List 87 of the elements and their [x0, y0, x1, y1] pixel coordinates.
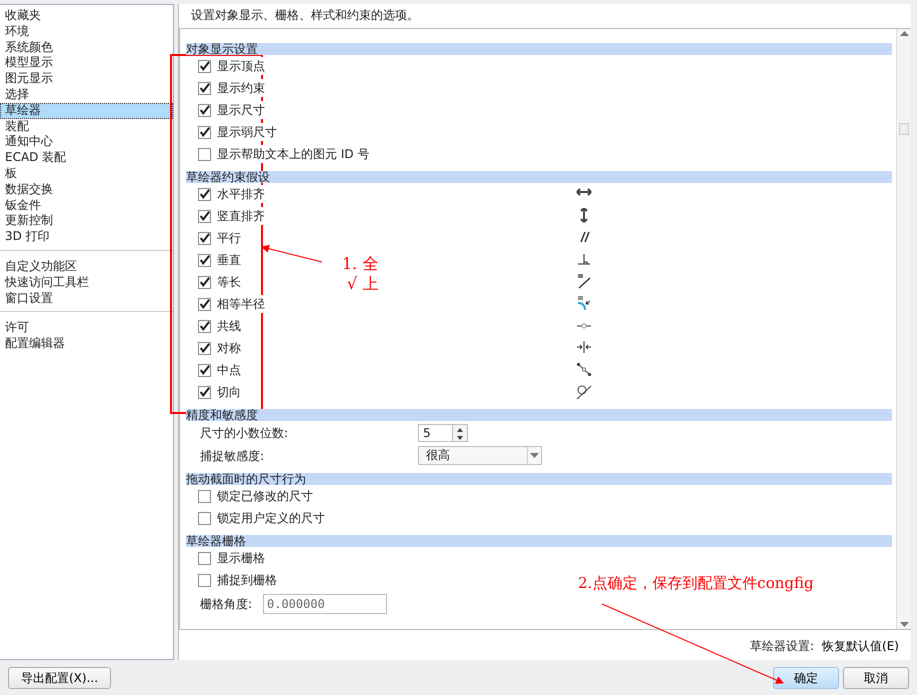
sidebar-item[interactable]: 板 — [0, 166, 173, 182]
checkbox-label: 对称 — [217, 339, 241, 357]
sidebar-item[interactable]: 配置编辑器 — [0, 336, 173, 352]
checkbox[interactable] — [198, 210, 211, 222]
checkbox[interactable] — [198, 574, 211, 586]
sidebar-item[interactable]: 数据交换 — [0, 182, 173, 198]
checkbox[interactable] — [198, 104, 211, 116]
sidebar-item[interactable]: 模型显示 — [0, 55, 173, 72]
restore-defaults-button[interactable]: 恢复默认值(E) — [818, 637, 903, 656]
checkbox-label: 共线 — [217, 317, 241, 335]
checkbox-label: 显示约束 — [217, 79, 265, 97]
sidebar-item[interactable]: 通知中心 — [0, 134, 173, 150]
ok-button[interactable]: 确定 — [773, 666, 839, 688]
field-label: 尺寸的小数位数: — [199, 424, 290, 442]
checkbox[interactable] — [198, 320, 211, 332]
sidebar-item[interactable]: 系统颜色 — [0, 40, 173, 56]
checkbox[interactable] — [198, 60, 211, 72]
section-header: 拖动截面时的尺寸行为 — [186, 473, 892, 485]
sidebar-item[interactable]: 窗口设置 — [0, 290, 173, 306]
checkbox-label: 相等半径 — [217, 295, 265, 313]
checkbox[interactable] — [198, 298, 211, 310]
checkbox-label: 水平排齐 — [217, 185, 265, 203]
sidebar-item[interactable]: 自定义功能区 — [0, 258, 173, 275]
equal-length-icon — [576, 274, 592, 290]
field-label: 捕捉敏感度: — [199, 448, 266, 464]
checkbox[interactable] — [198, 364, 211, 376]
field-label: 栅格角度: — [199, 596, 254, 612]
checkbox[interactable] — [198, 126, 211, 138]
symmetry-icon — [576, 340, 592, 356]
checkbox[interactable] — [198, 148, 211, 160]
sidebar-item[interactable]: 更新控制 — [0, 213, 173, 230]
checkbox[interactable] — [198, 342, 211, 354]
checkbox-label: 等长 — [217, 273, 241, 291]
sidebar-item[interactable]: 许可 — [0, 320, 173, 336]
checkbox[interactable] — [198, 512, 211, 524]
checkbox[interactable] — [198, 232, 211, 244]
section-header: 精度和敏感度 — [186, 409, 892, 421]
settings-label: 草绘器设置: — [750, 638, 814, 656]
checkbox-label: 切向 — [217, 383, 241, 401]
sidebar-item[interactable]: 环境 — [0, 24, 173, 40]
sidebar-item[interactable]: 钣金件 — [0, 198, 173, 214]
annotation-text: 2.点确定，保存到配置文件congfig — [578, 573, 814, 594]
checkbox-label: 显示弱尺寸 — [217, 123, 277, 141]
sidebar-item[interactable]: 选择 — [0, 86, 173, 103]
checkbox-label: 中点 — [217, 361, 241, 379]
checkbox[interactable] — [198, 552, 211, 564]
number-spinner[interactable]: 5 — [418, 424, 468, 442]
sidebar-item[interactable]: 草绘器 — [0, 102, 173, 119]
sidebar-item[interactable]: 图元显示 — [0, 71, 173, 87]
input-field[interactable]: 0.000000 — [263, 594, 387, 614]
equal-radius-icon — [576, 296, 592, 312]
scroll-up-arrow-icon[interactable] — [900, 31, 908, 36]
section-header: 草绘器约束假设 — [186, 171, 892, 183]
cancel-button[interactable]: 取消 — [843, 666, 909, 688]
sidebar-item[interactable]: ECAD 装配 — [0, 150, 173, 166]
checkbox[interactable] — [198, 82, 211, 94]
sidebar-item[interactable]: 装配 — [0, 118, 173, 134]
scroll-down-arrow-icon[interactable] — [900, 622, 908, 628]
section-header: 对象显示设置 — [186, 43, 892, 55]
checkbox-label: 竖直排齐 — [217, 207, 265, 225]
checkbox[interactable] — [198, 254, 211, 266]
checkbox-label: 显示帮助文本上的图元 ID 号 — [217, 145, 370, 163]
checkbox[interactable] — [198, 386, 211, 398]
sidebar-item[interactable]: 3D 打印 — [0, 229, 173, 245]
scrollbar[interactable] — [896, 29, 911, 630]
section-header: 草绘器栅格 — [186, 535, 892, 547]
export-button[interactable]: 导出配置(X)... — [8, 666, 112, 688]
tangent-icon — [576, 384, 592, 400]
midpoint-icon — [576, 362, 592, 378]
caret-icon — [530, 452, 539, 458]
sidebar-item[interactable]: 收藏夹 — [0, 8, 173, 24]
checkbox[interactable] — [198, 490, 211, 502]
collinear-icon — [576, 323, 592, 329]
checkbox-label: 捕捉到栅格 — [217, 571, 277, 589]
annotation-arrow — [261, 244, 322, 262]
checkbox-label: 锁定用户定义的尺寸 — [217, 509, 325, 527]
dropdown[interactable]: 很高 — [418, 446, 542, 465]
checkbox-label: 显示尺寸 — [217, 101, 265, 119]
annotation-text: √ 上 — [347, 273, 378, 295]
checkbox-label: 锁定已修改的尺寸 — [217, 487, 313, 505]
annotation-text: 1. 全 — [342, 253, 378, 275]
checkbox[interactable] — [198, 188, 211, 200]
scroll-thumb[interactable] — [899, 123, 909, 136]
checkbox-label: 显示顶点 — [217, 57, 265, 75]
sidebar-item[interactable]: 快速访问工具栏 — [0, 274, 173, 291]
checkbox[interactable] — [198, 276, 211, 288]
checkbox-label: 显示栅格 — [217, 549, 265, 567]
